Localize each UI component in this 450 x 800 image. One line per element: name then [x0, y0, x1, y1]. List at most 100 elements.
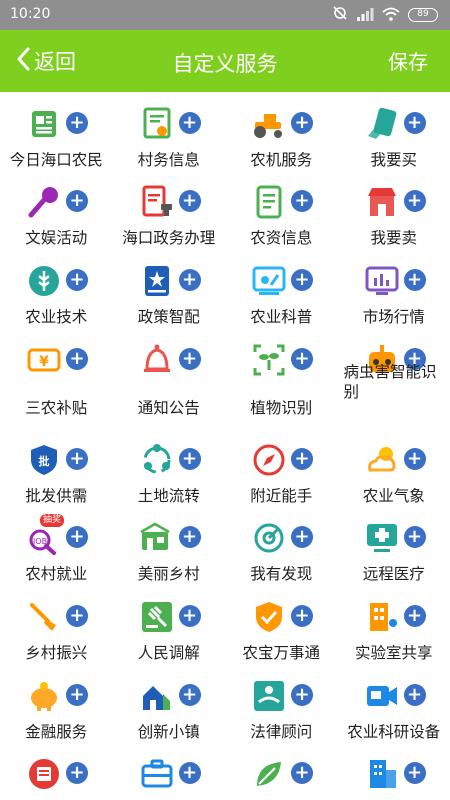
- service-item[interactable]: + 农资信息: [225, 170, 338, 248]
- service-item[interactable]: + 法律顾问: [225, 664, 338, 742]
- add-service-button[interactable]: +: [66, 112, 88, 134]
- bell-icon: [139, 342, 175, 378]
- service-item[interactable]: + 村务信息: [113, 92, 226, 170]
- add-service-button[interactable]: +: [291, 684, 313, 706]
- add-service-button[interactable]: +: [291, 526, 313, 548]
- add-service-button[interactable]: +: [403, 684, 426, 706]
- service-label: 人民调解: [137, 644, 200, 662]
- service-item[interactable]: ¥ + 三农补贴: [0, 328, 113, 428]
- add-service-button[interactable]: +: [66, 348, 88, 370]
- add-service-button[interactable]: +: [291, 112, 313, 134]
- service-item[interactable]: + 人民调解: [113, 585, 226, 663]
- service-label: 我有发现: [250, 565, 313, 583]
- add-service-button[interactable]: +: [178, 448, 201, 470]
- service-item[interactable]: JOB 抽奖 + 农村就业: [0, 506, 113, 584]
- add-service-button[interactable]: +: [403, 269, 426, 291]
- service-item[interactable]: + 文娱活动: [0, 170, 113, 248]
- office-building-icon: [364, 756, 400, 792]
- add-service-button[interactable]: +: [403, 448, 426, 470]
- store-icon: [364, 184, 400, 220]
- service-label: 通知公告: [137, 399, 200, 417]
- add-service-button[interactable]: +: [291, 269, 313, 291]
- add-service-button[interactable]: +: [291, 762, 313, 784]
- tractor-icon: [251, 106, 287, 142]
- service-label: 政策智配: [137, 308, 200, 326]
- service-label: 金融服务: [25, 723, 88, 741]
- service-item[interactable]: + 土地流转: [113, 428, 226, 506]
- add-service-button[interactable]: +: [291, 348, 313, 370]
- add-service-button[interactable]: +: [403, 190, 426, 212]
- service-item[interactable]: + 我要买: [338, 92, 450, 170]
- service-item[interactable]: + 农业科研设备: [338, 664, 450, 742]
- check-shield-icon: [251, 599, 287, 635]
- service-item[interactable]: + 政策智配: [113, 249, 226, 327]
- service-label: 今日海口农民: [9, 151, 103, 169]
- service-label: 农村就业: [25, 565, 88, 583]
- service-item[interactable]: + 农业科普: [225, 249, 338, 327]
- add-service-button[interactable]: +: [178, 190, 201, 212]
- service-item[interactable]: +: [225, 742, 338, 800]
- service-item[interactable]: + 我有发现: [225, 506, 338, 584]
- add-service-button[interactable]: +: [403, 762, 426, 784]
- add-service-button[interactable]: +: [178, 112, 201, 134]
- add-service-button[interactable]: +: [403, 526, 426, 548]
- service-item[interactable]: + 美丽乡村: [113, 506, 226, 584]
- leaf-icon: [251, 756, 287, 792]
- service-item[interactable]: + 市场行情: [338, 249, 450, 327]
- service-item[interactable]: + 实验室共享: [338, 585, 450, 663]
- service-label: 农业科研设备: [347, 723, 441, 741]
- add-service-button[interactable]: +: [291, 448, 313, 470]
- svg-text:JOB: JOB: [32, 537, 47, 546]
- service-item[interactable]: + 创新小镇: [113, 664, 226, 742]
- add-service-button[interactable]: +: [178, 684, 201, 706]
- service-item[interactable]: 批 + 批发供需: [0, 428, 113, 506]
- service-label: 农业技术: [25, 308, 88, 326]
- add-service-button[interactable]: +: [178, 605, 201, 627]
- service-item[interactable]: + 金融服务: [0, 664, 113, 742]
- add-service-button[interactable]: +: [291, 190, 313, 212]
- add-service-button[interactable]: +: [178, 526, 201, 548]
- add-service-button[interactable]: +: [66, 526, 88, 548]
- service-item[interactable]: + 我要卖: [338, 170, 450, 248]
- service-item[interactable]: + 农机服务: [225, 92, 338, 170]
- service-item[interactable]: + 农业技术: [0, 249, 113, 327]
- add-service-button[interactable]: +: [403, 112, 426, 134]
- document-icon: [251, 184, 287, 220]
- service-item[interactable]: + 远程医疗: [338, 506, 450, 584]
- science-screen-icon: [251, 263, 287, 299]
- service-item[interactable]: + 海口政务办理: [113, 170, 226, 248]
- service-label: 农业科普: [250, 308, 313, 326]
- village-icon: [139, 520, 175, 556]
- add-service-button[interactable]: +: [178, 269, 201, 291]
- service-label: 市场行情: [362, 308, 425, 326]
- service-item[interactable]: +: [113, 742, 226, 800]
- service-item[interactable]: + 农业气象: [338, 428, 450, 506]
- add-service-button[interactable]: +: [66, 762, 88, 784]
- add-service-button[interactable]: +: [178, 348, 201, 370]
- add-service-button[interactable]: +: [291, 605, 313, 627]
- add-service-button[interactable]: +: [66, 448, 88, 470]
- svg-text:批: 批: [39, 454, 50, 468]
- service-item[interactable]: + 通知公告: [113, 328, 226, 428]
- add-service-button[interactable]: +: [66, 190, 88, 212]
- service-label: 法律顾问: [250, 723, 313, 741]
- status-bar: 10:20 89: [0, 0, 450, 30]
- add-service-button[interactable]: +: [66, 269, 88, 291]
- service-item[interactable]: + 农宝万事通: [225, 585, 338, 663]
- service-item[interactable]: +: [0, 742, 113, 800]
- battery-indicator: 89: [408, 8, 438, 22]
- service-item[interactable]: + 附近能手: [225, 428, 338, 506]
- add-service-button[interactable]: +: [178, 762, 201, 784]
- service-label: 远程医疗: [362, 565, 425, 583]
- add-service-button[interactable]: +: [403, 605, 426, 627]
- add-service-button[interactable]: +: [66, 605, 88, 627]
- service-item[interactable]: + 今日海口农民: [0, 92, 113, 170]
- briefcase-icon: [139, 756, 175, 792]
- save-button[interactable]: 保存: [388, 46, 428, 75]
- service-label: 病虫害智能识别: [343, 363, 437, 401]
- service-item[interactable]: + 乡村振兴: [0, 585, 113, 663]
- service-item[interactable]: + 病虫害智能识别: [338, 328, 450, 428]
- service-item[interactable]: +: [338, 742, 450, 800]
- add-service-button[interactable]: +: [66, 684, 88, 706]
- service-item[interactable]: + 植物识别: [225, 328, 338, 428]
